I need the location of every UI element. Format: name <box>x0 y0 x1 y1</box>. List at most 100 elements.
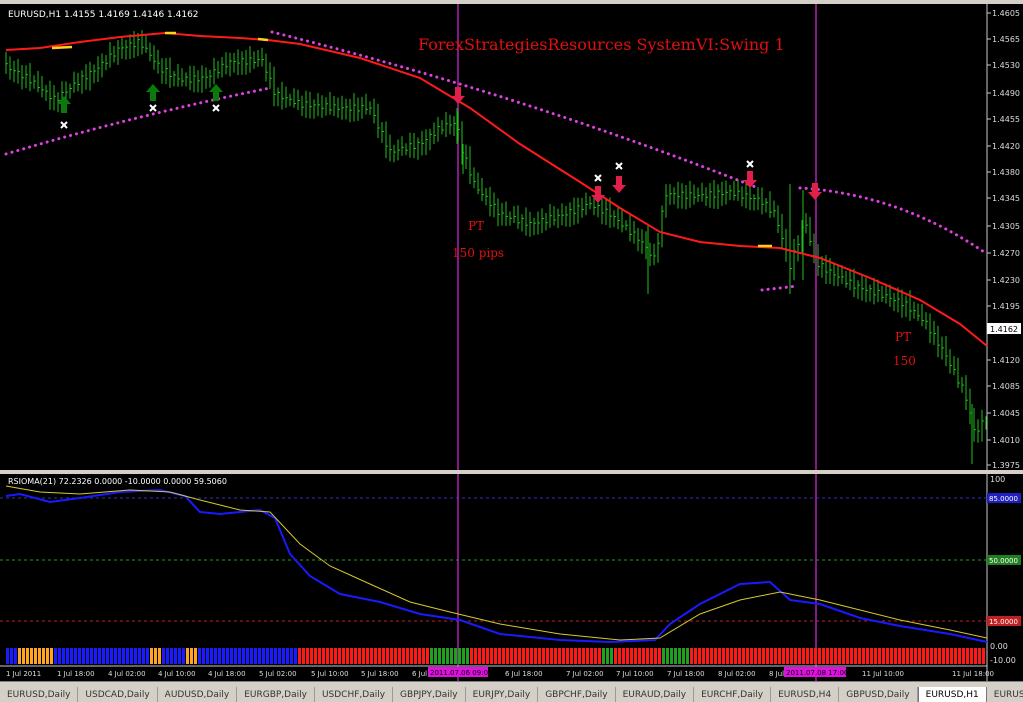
histogram-bar <box>594 648 597 664</box>
time-label: 4 Jul 18:00 <box>208 670 246 678</box>
histogram-bar <box>94 648 97 664</box>
histogram-bar <box>618 648 621 664</box>
price-tick-label: 1.4085 <box>992 382 1020 391</box>
histogram-bar <box>954 648 957 664</box>
histogram-bar <box>886 648 889 664</box>
price-tick-label: 1.4455 <box>992 115 1020 124</box>
histogram-bar <box>814 648 817 664</box>
price-tick-label: 1.3975 <box>992 461 1020 470</box>
histogram-bar <box>106 648 109 664</box>
histogram-bar <box>710 648 713 664</box>
chart-tab-2[interactable]: AUDUSD,Daily <box>158 687 238 702</box>
histogram-bar <box>218 648 221 664</box>
chart-tab-9[interactable]: EURCHF,Daily <box>694 687 772 702</box>
histogram-bar <box>474 648 477 664</box>
histogram-bar <box>578 648 581 664</box>
histogram-bar <box>142 648 145 664</box>
histogram-bar <box>498 648 501 664</box>
histogram-bar <box>830 648 833 664</box>
time-label: 6 Jul <box>412 670 427 678</box>
histogram-bar <box>118 648 121 664</box>
histogram-bar <box>786 648 789 664</box>
histogram-bar <box>138 648 141 664</box>
histogram-bar <box>674 648 677 664</box>
histogram-bar <box>462 648 465 664</box>
chart-tab-0[interactable]: EURUSD,Daily <box>0 687 79 702</box>
histogram-bar <box>466 648 469 664</box>
histogram-bar <box>66 648 69 664</box>
histogram-bar <box>90 648 93 664</box>
level-label-15: 15.0000 <box>989 618 1018 626</box>
chart-tab-1[interactable]: USDCAD,Daily <box>78 687 158 702</box>
symbol-header: EURUSD,H1 1.4155 1.4169 1.4146 1.4162 <box>8 10 199 20</box>
histogram-bar <box>338 648 341 664</box>
histogram-bar <box>714 648 717 664</box>
histogram-bar <box>538 648 541 664</box>
histogram-bar <box>718 648 721 664</box>
histogram-bar <box>162 648 165 664</box>
chart-tab-7[interactable]: GBPCHF,Daily <box>538 687 616 702</box>
histogram-bar <box>378 648 381 664</box>
chart-tab-6[interactable]: EURJPY,Daily <box>466 687 539 702</box>
histogram-bar <box>874 648 877 664</box>
histogram-bar <box>906 648 909 664</box>
price-tick-label: 1.4530 <box>992 61 1020 70</box>
histogram-bar <box>978 648 981 664</box>
histogram-bar <box>282 648 285 664</box>
histogram-bar <box>38 648 41 664</box>
chart-tab-11[interactable]: GBPUSD,Daily <box>839 687 918 702</box>
histogram-bar <box>182 648 185 664</box>
ma-flat-segment <box>257 37 269 42</box>
histogram-bar <box>430 648 433 664</box>
indicator-pane[interactable]: RSIOMA(21) 72.2326 0.0000 -10.0000 0.000… <box>0 474 1023 681</box>
histogram-bar <box>638 648 641 664</box>
histogram-bar <box>478 648 481 664</box>
histogram-bar <box>818 648 821 664</box>
histogram-bar <box>346 648 349 664</box>
histogram-bar <box>878 648 881 664</box>
price-tick-label: 1.4120 <box>992 356 1020 365</box>
histogram-bar <box>574 648 577 664</box>
main-chart-pane[interactable]: 1.4605 1.4565 1.4530 1.4490 1.4455 1.4420 1.43… <box>0 4 1023 470</box>
chart-tab-10[interactable]: EURUSD,H4 <box>771 687 840 702</box>
chart-tab-12[interactable]: EURUSD,H1 <box>917 687 987 702</box>
histogram-bar <box>134 648 137 664</box>
histogram-bar <box>110 648 113 664</box>
chart-tab-8[interactable]: EURAUD,Daily <box>616 687 695 702</box>
histogram-bar <box>966 648 969 664</box>
histogram-bar <box>206 648 209 664</box>
histogram-bar <box>898 648 901 664</box>
level-label-50: 50.0000 <box>989 557 1018 565</box>
histogram-bar <box>938 648 941 664</box>
histogram-bar <box>530 648 533 664</box>
chart-tab-4[interactable]: USDCHF,Daily <box>315 687 394 702</box>
histogram-bar <box>418 648 421 664</box>
histogram-bar <box>982 648 985 664</box>
histogram-bar <box>482 648 485 664</box>
histogram-bar <box>318 648 321 664</box>
histogram-bar <box>622 648 625 664</box>
histogram-bar <box>706 648 709 664</box>
histogram-bar <box>850 648 853 664</box>
histogram-bar <box>798 648 801 664</box>
histogram-bar <box>806 648 809 664</box>
price-tick-label: 1.4345 <box>992 194 1020 203</box>
histogram-bar <box>918 648 921 664</box>
chart-tab-3[interactable]: EURGBP,Daily <box>237 687 315 702</box>
histogram-bar <box>562 648 565 664</box>
histogram-bar <box>342 648 345 664</box>
price-tick-label: 1.4230 <box>992 276 1020 285</box>
chart-tab-13[interactable]: EURUSD,H1 <box>987 687 1023 702</box>
histogram-bar <box>214 648 217 664</box>
histogram-bar <box>502 648 505 664</box>
histogram-bar <box>126 648 129 664</box>
histogram-bar <box>506 648 509 664</box>
time-label: 6 Jul 18:00 <box>505 670 543 678</box>
histogram-bar <box>450 648 453 664</box>
histogram-bar <box>42 648 45 664</box>
histogram-bar <box>842 648 845 664</box>
histogram-bar <box>794 648 797 664</box>
histogram-bar <box>902 648 905 664</box>
histogram-bar <box>782 648 785 664</box>
chart-tab-5[interactable]: GBPJPY,Daily <box>393 687 466 702</box>
